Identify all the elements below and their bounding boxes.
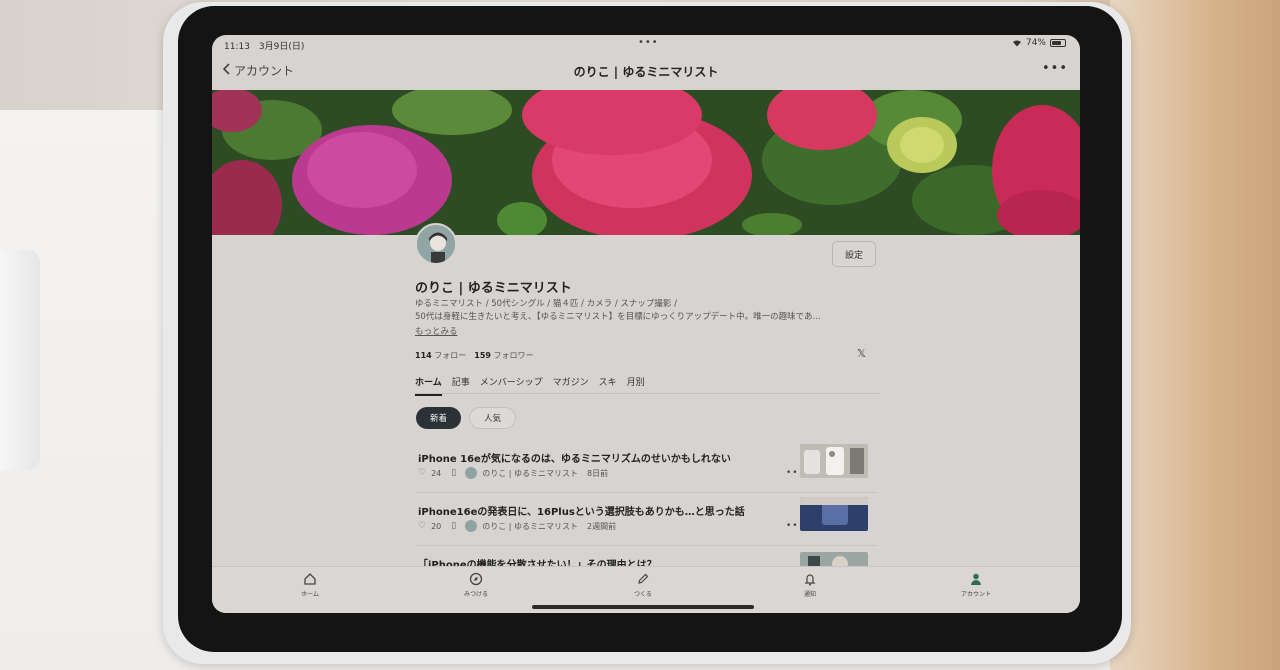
x-social-icon[interactable]: 𝕏 (857, 347, 866, 360)
author-avatar (465, 467, 478, 479)
tab-divider (415, 393, 881, 394)
author-name: のりこ | ゆるミニマリスト (482, 468, 578, 478)
home-indicator[interactable] (532, 605, 754, 609)
multitask-dots-icon[interactable]: ••• (638, 37, 659, 48)
followers-link[interactable]: 159 フォロワー (474, 350, 533, 361)
heart-icon[interactable]: ♡ (418, 521, 426, 531)
tabbar-create-label: つくる (634, 591, 652, 598)
home-icon (280, 571, 340, 587)
follower-count: 159 (474, 351, 491, 360)
sort-chips: 新着 人気 (416, 407, 517, 429)
wifi-icon (1012, 39, 1022, 47)
article-divider (416, 492, 878, 493)
status-right: 74% (1012, 38, 1066, 48)
following-count: 114 (415, 351, 432, 360)
battery-percent: 74% (1025, 38, 1046, 48)
read-more-link[interactable]: もっとみる (415, 325, 458, 337)
like-count: 24 (431, 468, 442, 478)
article-thumbnail[interactable] (800, 497, 868, 531)
tabbar-home-label: ホーム (301, 591, 319, 598)
ipad-screen: 11:13 3月9日(日) ••• 74% アカウント のりこ | ゆるミニマリ… (212, 35, 1080, 613)
article-meta: ♡ 20 ▯ のりこ | ゆるミニマリスト 2週間前 (418, 520, 616, 532)
tabbar-notifications[interactable]: 通知 (780, 571, 840, 598)
like-count: 20 (431, 521, 442, 531)
article-title[interactable]: iPhone16eの発表日に、16Plusという選択肢もありかも…と思った話 (418, 503, 745, 518)
bell-icon (780, 571, 840, 587)
follow-stats: 114 フォロー 159 フォロワー (415, 350, 534, 361)
tabbar-account-label: アカウント (960, 591, 991, 598)
profile-bio-line1: ゆるミニマリスト / 50代シングル / 猫４匹 / カメラ / スナップ撮影 … (415, 299, 677, 309)
keyboard-edge (0, 250, 40, 470)
article-divider (416, 545, 878, 546)
tabbar-create[interactable]: つくる (613, 571, 673, 598)
settings-button[interactable]: 設定 (832, 241, 876, 267)
article-date: 8日前 (587, 468, 609, 478)
tabbar-home[interactable]: ホーム (280, 571, 340, 598)
tabbar-discover-label: みつける (463, 591, 488, 598)
chip-new[interactable]: 新着 (416, 407, 462, 429)
page-title: のりこ | ゆるミニマリスト (573, 65, 719, 79)
following-label: フォロー (434, 351, 467, 360)
more-options-icon[interactable]: ••• (1042, 61, 1068, 76)
article-meta: ♡ 24 ▯ のりこ | ゆるミニマリスト 8日前 (418, 467, 608, 479)
compass-icon (446, 571, 506, 587)
following-link[interactable]: 114 フォロー (415, 350, 466, 361)
pencil-icon (613, 571, 673, 587)
article-date: 2週間前 (587, 521, 617, 531)
avatar[interactable] (415, 223, 457, 265)
heart-icon[interactable]: ♡ (418, 468, 426, 478)
bookmark-icon[interactable]: ▯ (451, 521, 456, 531)
author-avatar (465, 520, 478, 532)
navigation-bar: アカウント のりこ | ゆるミニマリスト ••• (212, 53, 1080, 90)
status-time-date: 11:13 3月9日(日) (224, 42, 305, 52)
tabbar-discover[interactable]: みつける (446, 571, 506, 598)
battery-icon (1050, 39, 1066, 47)
follower-label: フォロワー (493, 351, 534, 360)
person-icon (946, 571, 1006, 587)
article-thumbnail[interactable] (800, 444, 868, 478)
article-title[interactable]: iPhone 16eが気になるのは、ゆるミニマリズムのせいかもしれない (418, 450, 731, 465)
profile-bio-line2: 50代は身軽に生きたいと考え、【ゆるミニマリスト】を目標にゆっくりアップデート中… (415, 312, 821, 322)
bookmark-icon[interactable]: ▯ (451, 468, 456, 478)
background-wood (1110, 0, 1280, 670)
status-bar: 11:13 3月9日(日) ••• 74% (212, 35, 1080, 53)
profile-name: のりこ | ゆるミニマリスト (415, 281, 572, 296)
author-name: のりこ | ゆるミニマリスト (482, 521, 578, 531)
tabbar-account[interactable]: アカウント (946, 571, 1006, 598)
chip-popular[interactable]: 人気 (469, 407, 517, 429)
tabbar-notifications-label: 通知 (803, 591, 816, 598)
profile-section: 設定 のりこ | ゆるミニマリスト ゆるミニマリスト / 50代シングル / 猫… (212, 223, 1080, 613)
profile-header-image (212, 90, 1080, 235)
